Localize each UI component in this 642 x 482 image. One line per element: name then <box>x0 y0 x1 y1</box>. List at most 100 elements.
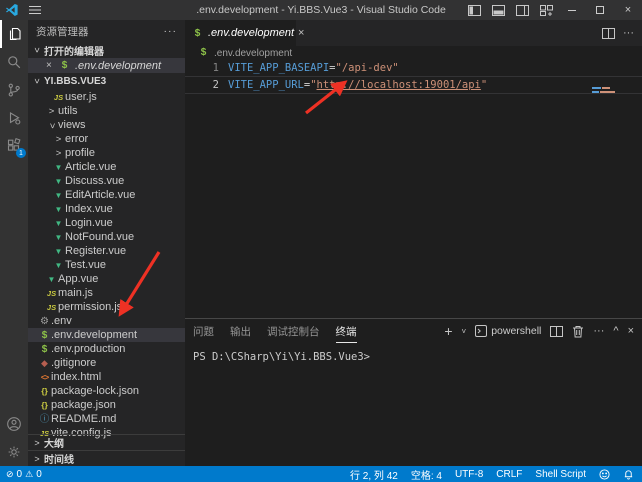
tree-item[interactable]: Login.vue <box>28 216 185 230</box>
tree-item[interactable]: error <box>28 132 185 146</box>
tree-item[interactable]: Discuss.vue <box>28 174 185 188</box>
editor-group: .env.development × ··· .env.development … <box>185 20 642 466</box>
status-item[interactable]: 空格: 4 <box>411 467 442 482</box>
terminal-output[interactable]: PS D:\CSharp\Yi\Yi.BBS.Vue3> <box>185 343 642 466</box>
status-item[interactable]: UTF-8 <box>455 469 483 480</box>
code-text: VITE_APP_URL="http://localhost:19001/api… <box>219 79 487 91</box>
close-window-button[interactable]: × <box>614 0 642 20</box>
tree-item[interactable]: Article.vue <box>28 160 185 174</box>
tab-env-development[interactable]: .env.development × <box>185 20 297 46</box>
tree-item[interactable]: index.html <box>28 370 185 384</box>
panel-tab[interactable]: 调试控制台 <box>267 320 320 342</box>
tree-item[interactable]: user.js <box>28 90 185 104</box>
tree-item[interactable]: package-lock.json <box>28 384 185 398</box>
project-section-header[interactable]: > YI.BBS.VUE3 <box>28 73 185 89</box>
toggle-sidebar-icon[interactable] <box>462 0 486 20</box>
open-editor-item[interactable]: × .env.development <box>28 58 185 73</box>
close-icon[interactable]: × <box>46 60 54 71</box>
tree-item[interactable]: utils <box>28 104 185 118</box>
tree-item[interactable]: Test.vue <box>28 258 185 272</box>
terminal-dropdown-chevron-icon[interactable]: ˅ <box>462 327 467 336</box>
tree-item-label: package-lock.json <box>51 385 139 397</box>
settings-gear-icon[interactable] <box>0 438 28 466</box>
kill-terminal-icon[interactable] <box>572 325 584 338</box>
status-item[interactable]: CRLF <box>496 469 522 480</box>
tree-item[interactable]: profile <box>28 146 185 160</box>
status-item[interactable]: Shell Script <box>535 469 586 480</box>
tree-item-label: user.js <box>65 91 97 103</box>
panel-tab[interactable]: 终端 <box>336 320 357 343</box>
sidebar-actions-icon[interactable]: ··· <box>164 25 178 37</box>
split-editor-icon[interactable] <box>602 28 615 39</box>
shell-name: powershell <box>491 325 541 337</box>
tree-item[interactable]: .env.production <box>28 342 185 356</box>
line-number: 1 <box>185 62 219 74</box>
bottom-panel: 问题 输出 调试控制台 终端 + ˅ powershell <box>185 318 642 466</box>
file-type-icon <box>45 106 58 117</box>
timeline-section[interactable]: > 时间线 <box>28 450 185 466</box>
explorer-icon[interactable] <box>0 20 28 48</box>
file-type-icon <box>52 162 65 173</box>
tree-item[interactable]: App.vue <box>28 272 185 286</box>
search-icon[interactable] <box>0 48 28 76</box>
minimize-button[interactable] <box>558 0 586 20</box>
open-editors-section[interactable]: > 打开的编辑器 <box>28 42 185 58</box>
maximize-panel-icon[interactable]: ^ <box>613 325 618 337</box>
new-terminal-icon[interactable]: + <box>444 324 452 338</box>
panel-tab[interactable]: 问题 <box>193 320 214 342</box>
warning-count: 0 <box>36 469 42 480</box>
error-icon: ⊘ <box>6 469 14 480</box>
file-type-icon <box>45 274 58 285</box>
file-type-icon <box>52 134 65 145</box>
tree-item[interactable]: README.md <box>28 412 185 426</box>
problems-status[interactable]: ⊘ 0 ⚠ 0 <box>6 469 42 480</box>
source-control-icon[interactable] <box>0 76 28 104</box>
maximize-button[interactable] <box>586 0 614 20</box>
extensions-icon[interactable]: 1 <box>0 132 28 160</box>
vscode-window: .env.development - Yi.BBS.Vue3 - Visual … <box>0 0 642 482</box>
tree-item[interactable]: EditArticle.vue <box>28 188 185 202</box>
more-actions-icon[interactable]: ··· <box>623 27 634 39</box>
toggle-secondary-sidebar-icon[interactable] <box>510 0 534 20</box>
tree-item[interactable]: NotFound.vue <box>28 230 185 244</box>
tree-item[interactable]: .gitignore <box>28 356 185 370</box>
tree-item[interactable]: .env <box>28 314 185 328</box>
close-panel-icon[interactable]: × <box>628 325 634 337</box>
panel-tab[interactable]: 输出 <box>230 320 251 342</box>
file-type-icon <box>45 288 58 299</box>
close-tab-icon[interactable]: × <box>298 27 304 39</box>
tree-item-label: README.md <box>51 413 116 425</box>
notifications-bell-icon[interactable] <box>623 468 634 480</box>
code-line[interactable]: 2 VITE_APP_URL="http://localhost:19001/a… <box>185 76 642 94</box>
tree-item[interactable]: views <box>28 118 185 132</box>
tree-item-label: package.json <box>51 399 116 411</box>
feedback-smiley-icon[interactable] <box>599 469 610 480</box>
minimap[interactable] <box>592 87 622 95</box>
code-editor[interactable]: 1 VITE_APP_BASEAPI="/api-dev" 2 VITE_APP… <box>185 60 642 318</box>
tab-label: .env.development <box>208 27 294 39</box>
menu-icon[interactable] <box>24 5 46 15</box>
outline-section[interactable]: > 大纲 <box>28 434 185 450</box>
tree-item[interactable]: main.js <box>28 286 185 300</box>
tree-item[interactable]: permission.js <box>28 300 185 314</box>
file-type-icon <box>52 260 65 271</box>
tree-item[interactable]: Index.vue <box>28 202 185 216</box>
panel-more-icon[interactable]: ··· <box>593 325 604 337</box>
terminal-shell-select[interactable]: powershell <box>475 325 541 337</box>
breadcrumb[interactable]: .env.development <box>185 46 642 60</box>
tree-item[interactable]: .env.development <box>28 328 185 342</box>
account-icon[interactable] <box>0 410 28 438</box>
run-debug-icon[interactable] <box>0 104 28 132</box>
code-line[interactable]: 1 VITE_APP_BASEAPI="/api-dev" <box>185 60 642 76</box>
tree-item-label: profile <box>65 147 95 159</box>
tree-item[interactable]: Register.vue <box>28 244 185 258</box>
status-item[interactable]: 行 2, 列 42 <box>350 467 398 482</box>
file-type-icon <box>52 148 65 159</box>
breadcrumb-file[interactable]: .env.development <box>214 48 292 59</box>
split-terminal-icon[interactable] <box>550 326 563 337</box>
tree-item-label: .env.development <box>51 329 137 341</box>
toggle-panel-icon[interactable] <box>486 0 510 20</box>
tree-item[interactable]: package.json <box>28 398 185 412</box>
customize-layout-icon[interactable] <box>534 0 558 20</box>
tree-item-label: Index.vue <box>65 203 113 215</box>
